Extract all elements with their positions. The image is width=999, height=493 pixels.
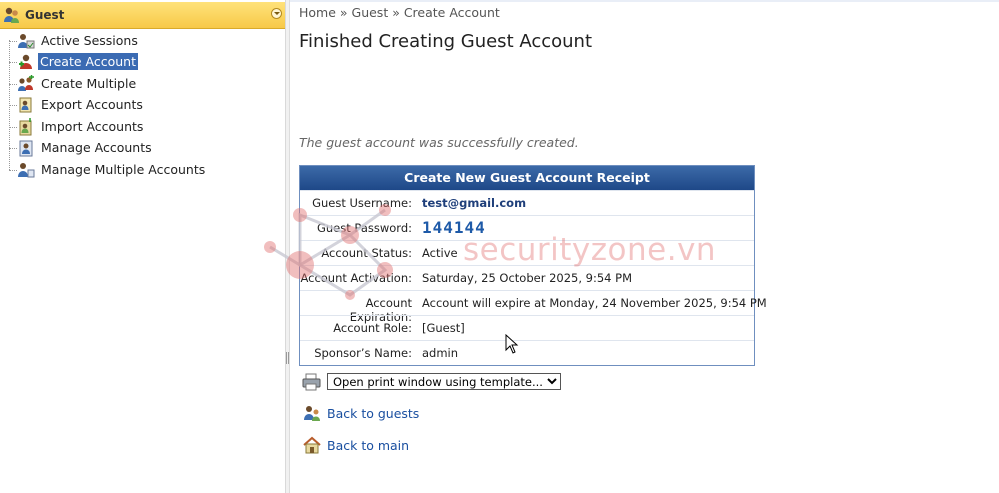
- receipt-label: Account Role:: [333, 321, 412, 335]
- receipt-label: Sponsor’s Name:: [314, 346, 412, 360]
- sidebar-item-label: Manage Multiple Accounts: [41, 162, 206, 177]
- sidebar-item-manage-accounts[interactable]: Manage Accounts: [0, 138, 284, 158]
- receipt-row-role: Account Role: [Guest]: [300, 315, 754, 340]
- receipt-row-sponsor: Sponsor’s Name: admin: [300, 340, 754, 365]
- sidebar-item-create-multiple[interactable]: Create Multiple: [0, 74, 284, 94]
- print-action: Open print window using template...: [302, 371, 602, 393]
- home-icon: [303, 436, 321, 454]
- print-template-select[interactable]: Open print window using template...: [327, 373, 561, 390]
- back-to-main-action[interactable]: Back to main: [302, 434, 602, 456]
- sidebar-item-label: Manage Accounts: [41, 140, 152, 155]
- account-status-value: Active: [422, 246, 458, 260]
- printer-icon: [302, 373, 321, 391]
- sidebar-item-import-accounts[interactable]: Import Accounts: [0, 117, 284, 137]
- active-sessions-icon: [18, 34, 35, 49]
- create-multiple-icon: [18, 75, 34, 91]
- receipt-label: Guest Username:: [312, 196, 412, 210]
- back-to-main-link[interactable]: Back to main: [327, 438, 409, 453]
- sidebar-item-label: Create Account: [38, 53, 138, 70]
- receipt-label: Guest Password:: [316, 221, 412, 235]
- manage-multiple-accounts-icon: [18, 163, 35, 178]
- page-title: Finished Creating Guest Account: [299, 31, 593, 52]
- receipt-row-expiration: Account Expiration: Account will expire …: [300, 290, 767, 324]
- sidebar-item-label: Create Multiple: [41, 76, 137, 91]
- account-activation-value: Saturday, 25 October 2025, 9:54 PM: [422, 271, 633, 285]
- sidebar: Guest Active Sessions Create Account Cre…: [0, 0, 286, 493]
- sidebar-item-export-accounts[interactable]: Export Accounts: [0, 95, 284, 115]
- sidebar-header-guest[interactable]: Guest: [0, 2, 285, 29]
- back-to-guests-action[interactable]: Back to guests: [302, 402, 602, 424]
- account-role-value: [Guest]: [422, 321, 465, 335]
- manage-accounts-icon: [19, 140, 33, 157]
- receipt-label: Account Status:: [321, 246, 412, 260]
- sidebar-item-label: Export Accounts: [41, 97, 143, 112]
- sidebar-item-active-sessions[interactable]: Active Sessions: [0, 31, 284, 51]
- breadcrumb: Home » Guest » Create Account: [299, 5, 500, 20]
- sidebar-item-manage-multiple-accounts[interactable]: Manage Multiple Accounts: [0, 160, 284, 180]
- receipt-row-status: Account Status: Active: [300, 240, 754, 265]
- receipt-table: Create New Guest Account Receipt Guest U…: [299, 165, 767, 366]
- receipt-row-activation: Account Activation: Saturday, 25 October…: [300, 265, 754, 290]
- receipt-row-username: Guest Username: test@gmail.com: [300, 190, 754, 215]
- sidebar-item-create-account[interactable]: Create Account: [0, 52, 284, 72]
- account-expiration-value: Account will expire at Monday, 24 Novemb…: [422, 296, 767, 310]
- receipt-title: Create New Guest Account Receipt: [300, 166, 754, 190]
- sidebar-item-label: Import Accounts: [41, 119, 144, 134]
- guest-icon: [4, 7, 19, 23]
- receipt-row-password: Guest Password: 144144: [300, 215, 754, 240]
- sidebar-header-title: Guest: [25, 8, 65, 22]
- guest-username-value: test@gmail.com: [422, 196, 527, 210]
- receipt-label: Account Activation:: [300, 271, 412, 285]
- splitter-grip[interactable]: [286, 352, 289, 364]
- guests-icon: [304, 406, 320, 421]
- back-to-guests-link[interactable]: Back to guests: [327, 406, 419, 421]
- export-accounts-icon: [19, 97, 32, 113]
- create-account-icon: [19, 54, 32, 69]
- guest-password-value: 144144: [422, 218, 486, 237]
- collapse-icon[interactable]: [271, 8, 282, 19]
- success-message: The guest account was successfully creat…: [299, 135, 579, 150]
- import-accounts-icon: [19, 118, 32, 136]
- sidebar-item-label: Active Sessions: [41, 33, 138, 48]
- main-content: Home » Guest » Create Account Finished C…: [290, 0, 999, 493]
- sponsor-name-value: admin: [422, 346, 459, 360]
